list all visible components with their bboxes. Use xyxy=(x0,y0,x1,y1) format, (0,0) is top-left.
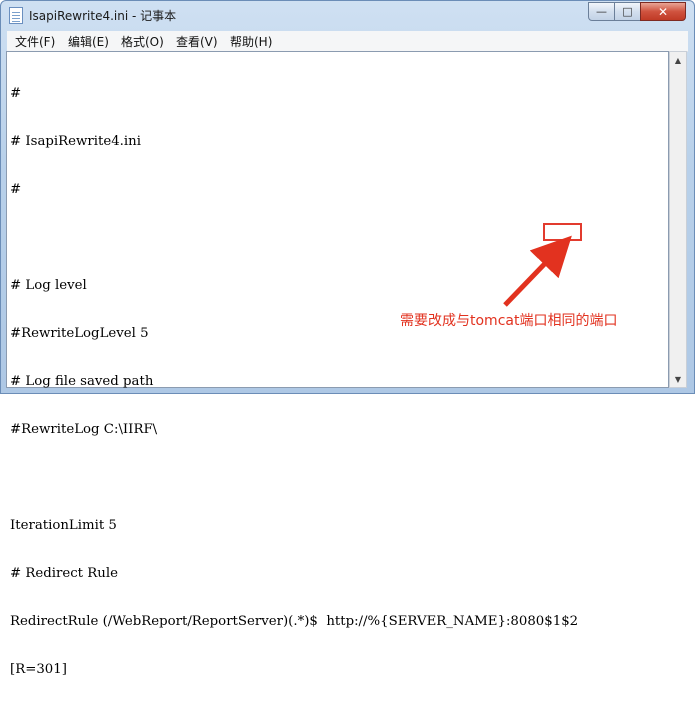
editor-line: RedirectRule (/WebReport/ReportServer)(.… xyxy=(10,614,579,629)
editor-line: [R=301] xyxy=(10,662,67,677)
editor-line: #RewriteLog C:\IIRF\ xyxy=(10,422,158,437)
arrow-icon xyxy=(503,235,572,307)
annotation-note: 需要改成与tomcat端口相同的端口 xyxy=(400,313,618,329)
editor-line: # Redirect Rule xyxy=(10,566,118,581)
editor-line: IterationLimit 5 xyxy=(10,518,117,533)
